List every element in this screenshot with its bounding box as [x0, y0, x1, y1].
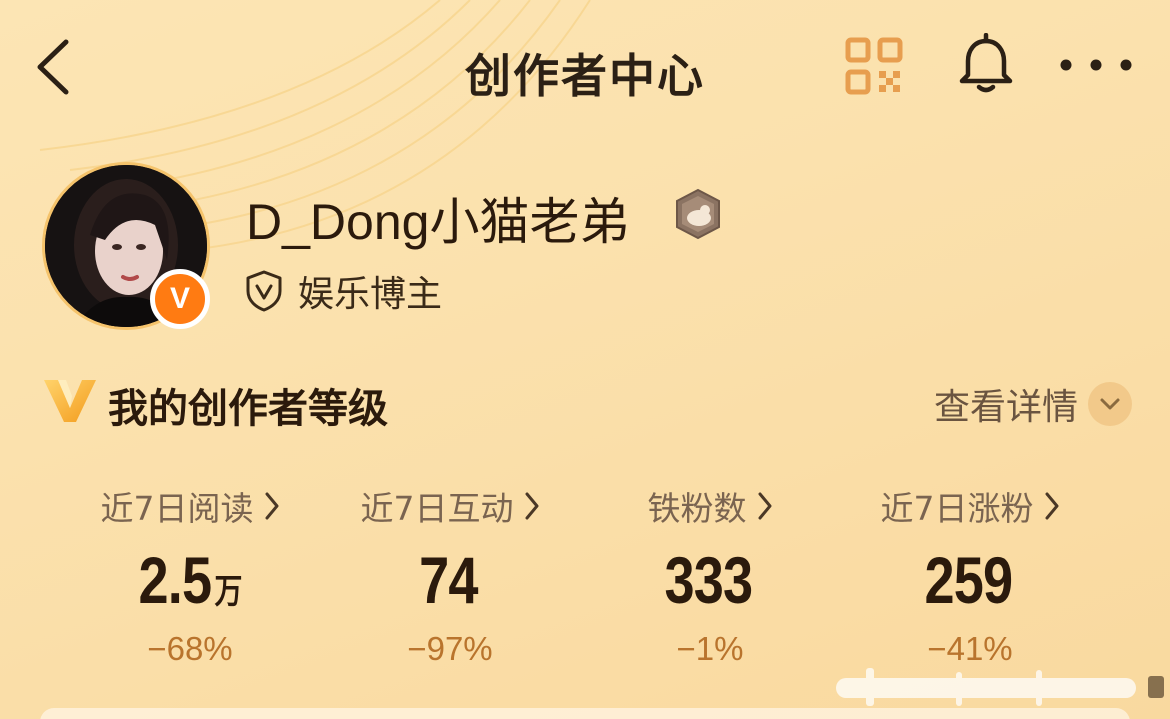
- stat-change: −1%: [676, 630, 744, 667]
- stat-iron-fans[interactable]: 铁粉数 333 −1%: [580, 478, 840, 678]
- bell-icon[interactable]: [955, 33, 1017, 95]
- stats-row: 近7日阅读 2.5万 −68% 近7日互动 74 −97% 铁粉数 333 −1…: [60, 478, 1120, 678]
- view-details-link[interactable]: 查看详情: [934, 378, 1132, 430]
- bottom-card-edge: [40, 708, 1130, 719]
- stat-change: −97%: [407, 630, 493, 667]
- stat-label: 近7日互动: [360, 489, 514, 528]
- avatar[interactable]: V: [42, 162, 210, 330]
- stat-value: 74: [419, 543, 478, 617]
- stat-label: 近7日涨粉: [880, 489, 1034, 528]
- creator-level-medal-icon[interactable]: [672, 188, 724, 240]
- shield-v-icon: [246, 270, 282, 312]
- creator-v-logo-icon: [44, 380, 96, 422]
- qr-code-icon[interactable]: [845, 37, 903, 95]
- stat-change: −41%: [927, 630, 1013, 667]
- chevron-right-icon: [1045, 492, 1058, 520]
- stat-value: 259: [924, 543, 1013, 617]
- section-title: 我的创作者等级: [108, 386, 388, 432]
- stat-interactions[interactable]: 近7日互动 74 −97%: [320, 478, 580, 678]
- stat-value: 2.5万: [138, 543, 242, 617]
- stat-label: 近7日阅读: [100, 489, 254, 528]
- watermark: [836, 668, 1164, 706]
- username: D_Dong小猫老弟: [246, 194, 630, 250]
- view-details-label: 查看详情: [933, 387, 1078, 428]
- chevron-right-icon: [758, 492, 771, 520]
- role-row: 娱乐博主: [244, 266, 442, 316]
- stat-value: 333: [664, 543, 753, 617]
- chevron-down-icon: [1088, 382, 1132, 426]
- stat-label: 铁粉数: [647, 489, 747, 528]
- stat-reads[interactable]: 近7日阅读 2.5万 −68%: [60, 478, 320, 678]
- stat-new-followers[interactable]: 近7日涨粉 259 −41%: [840, 478, 1100, 678]
- more-dots-icon[interactable]: [1058, 50, 1134, 80]
- role-label: 娱乐博主: [298, 274, 443, 315]
- chevron-right-icon: [265, 492, 278, 520]
- creator-level-section: 我的创作者等级 查看详情: [42, 372, 1132, 432]
- stat-unit: 万: [214, 573, 242, 611]
- header-bar: 创作者中心: [0, 0, 1170, 140]
- stat-change: −68%: [147, 630, 233, 667]
- verified-badge: V: [150, 269, 210, 329]
- chevron-right-icon: [525, 492, 538, 520]
